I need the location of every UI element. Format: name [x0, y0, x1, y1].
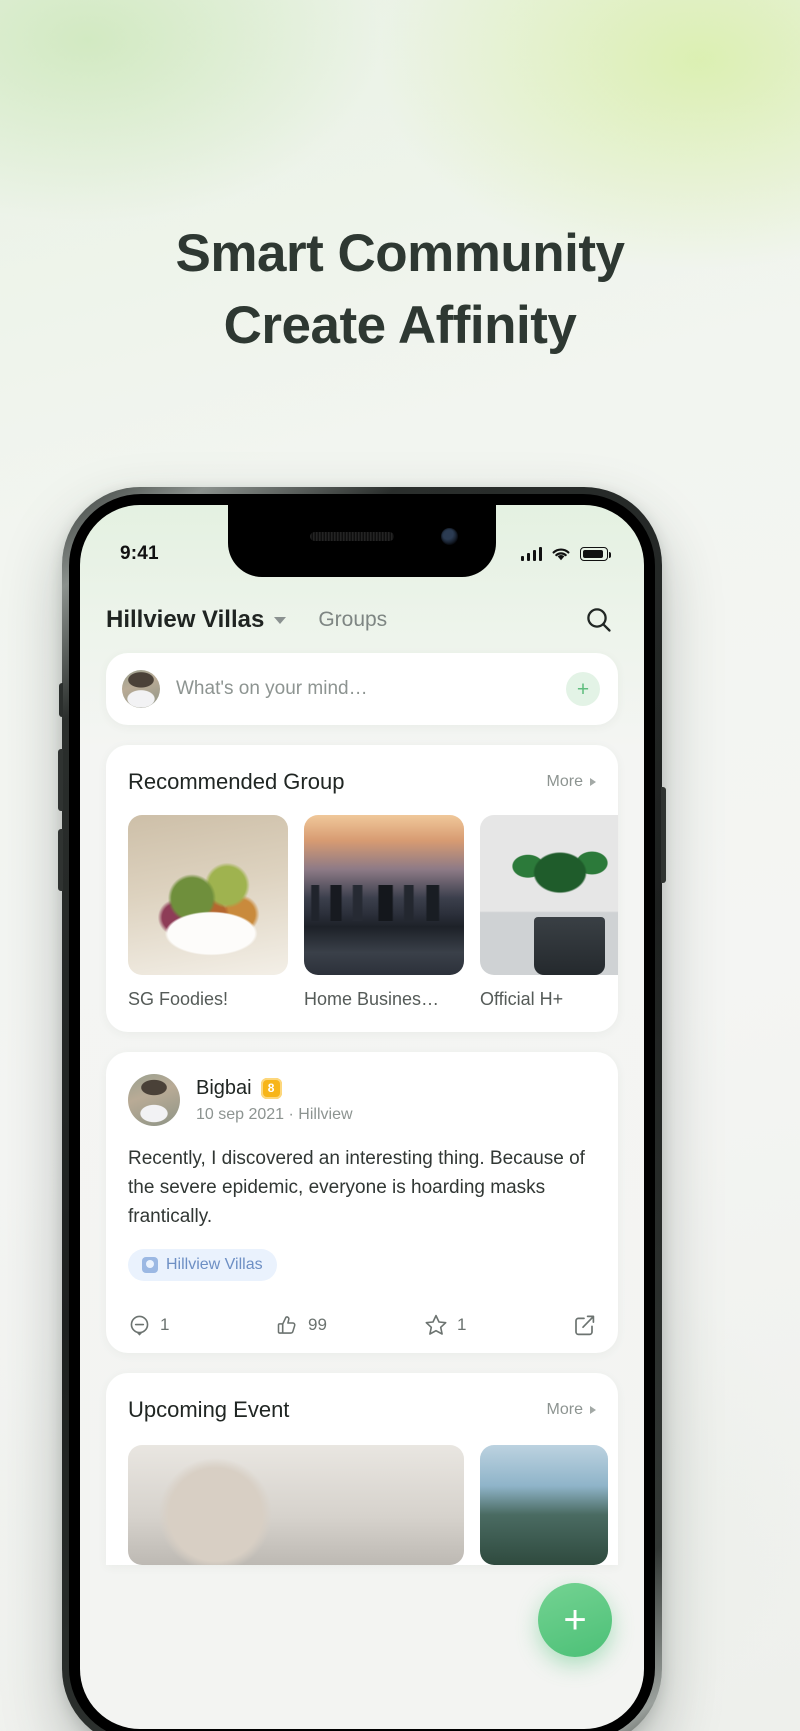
status-time: 9:41	[120, 543, 159, 564]
battery-icon	[580, 547, 612, 561]
composer-input[interactable]: What's on your mind…	[176, 678, 368, 700]
post-timestamp: 10 sep 2021 · Hillview	[196, 1105, 353, 1123]
group-label: SG Foodies!	[128, 989, 229, 1009]
notch	[228, 505, 496, 577]
thumbs-up-icon	[277, 1315, 296, 1334]
favorite-button[interactable]: 1	[424, 1313, 572, 1337]
comment-button[interactable]: 1	[128, 1314, 276, 1337]
tab-groups[interactable]: Groups	[318, 608, 387, 632]
share-icon	[575, 1315, 595, 1336]
comment-icon	[130, 1315, 149, 1336]
status-icons	[520, 547, 612, 562]
wifi-icon	[552, 547, 570, 560]
add-post-button[interactable]: +	[566, 672, 600, 706]
more-label: More	[546, 773, 583, 790]
group-label: Home Busines…	[304, 989, 440, 1009]
post-author-row: Bigbai 8	[196, 1077, 353, 1100]
avatar[interactable]	[128, 1074, 180, 1126]
post-tag-label: Hillview Villas	[166, 1256, 263, 1273]
recommended-group-list[interactable]: SG Foodies! Home Busines… Official H+	[106, 795, 618, 1032]
post-author[interactable]: Bigbai	[196, 1077, 252, 1100]
section-title: Recommended Group	[128, 769, 345, 794]
app-header: Hillview Villas Groups	[80, 591, 644, 649]
create-post-fab[interactable]: +	[538, 1583, 612, 1657]
post-header: Bigbai 8 10 sep 2021 · Hillview	[128, 1074, 596, 1126]
recommended-group-header: Recommended Group More	[106, 745, 618, 795]
post-meta: Bigbai 8 10 sep 2021 · Hillview	[196, 1077, 353, 1124]
upcoming-event-card: Upcoming Event More	[106, 1373, 618, 1565]
recommended-group-card: Recommended Group More SG Foodies! Home …	[106, 745, 618, 1032]
people-icon	[142, 1257, 158, 1273]
composer-bar[interactable]: What's on your mind… +	[106, 653, 618, 725]
star-icon	[425, 1314, 447, 1335]
like-count: 99	[308, 1315, 327, 1334]
list-item[interactable]: Home Busines…	[304, 815, 464, 1010]
chevron-down-icon[interactable]	[274, 616, 287, 624]
status-badge: 8	[260, 1077, 282, 1099]
comment-count: 1	[160, 1315, 170, 1334]
group-thumbnail	[480, 815, 618, 975]
phone-screen: 9:41 Hillview Villas Groups What's on yo…	[80, 505, 644, 1729]
chevron-right-icon	[590, 778, 596, 786]
community-name[interactable]: Hillview Villas	[106, 606, 264, 634]
event-list[interactable]	[128, 1445, 608, 1565]
group-label: Official H+	[480, 989, 564, 1009]
earpiece-speaker	[310, 532, 394, 541]
favorite-count: 1	[457, 1315, 467, 1334]
section-title: Upcoming Event	[128, 1397, 290, 1422]
post-actions: 1 99 1	[128, 1299, 596, 1337]
post-tag[interactable]: Hillview Villas	[128, 1249, 277, 1281]
event-thumbnail[interactable]	[128, 1445, 464, 1565]
avatar	[122, 670, 160, 708]
headline-line-1: Smart Community	[175, 224, 625, 283]
search-button[interactable]	[584, 605, 614, 635]
silent-switch[interactable]	[59, 683, 63, 717]
phone-mockup: 9:41 Hillview Villas Groups What's on yo…	[58, 487, 666, 1731]
post-body: Recently, I discovered an interesting th…	[128, 1148, 585, 1227]
group-thumbnail	[304, 815, 464, 975]
feed[interactable]: What's on your mind… + Recommended Group…	[80, 653, 644, 1729]
cellular-signal-icon	[520, 547, 542, 561]
power-button[interactable]	[661, 787, 666, 883]
event-more-button[interactable]: More	[547, 1401, 596, 1419]
search-icon	[587, 608, 611, 632]
group-thumbnail	[128, 815, 288, 975]
like-button[interactable]: 99	[276, 1314, 424, 1337]
volume-down-button[interactable]	[58, 829, 63, 891]
recommended-more-button[interactable]: More	[547, 773, 596, 791]
list-item[interactable]: Official H+	[480, 815, 618, 1010]
chevron-right-icon	[590, 1406, 596, 1414]
share-button[interactable]	[572, 1313, 596, 1337]
post-card[interactable]: Bigbai 8 10 sep 2021 · Hillview Recently…	[106, 1052, 618, 1353]
front-camera-icon	[441, 528, 458, 545]
headline-line-2: Create Affinity	[223, 296, 577, 355]
event-thumbnail[interactable]	[480, 1445, 608, 1565]
more-label: More	[546, 1401, 583, 1418]
upcoming-event-header: Upcoming Event More	[128, 1397, 596, 1423]
list-item[interactable]: SG Foodies!	[128, 815, 288, 1010]
volume-up-button[interactable]	[58, 749, 63, 811]
page-title: Smart Community Create Affinity	[0, 218, 800, 362]
